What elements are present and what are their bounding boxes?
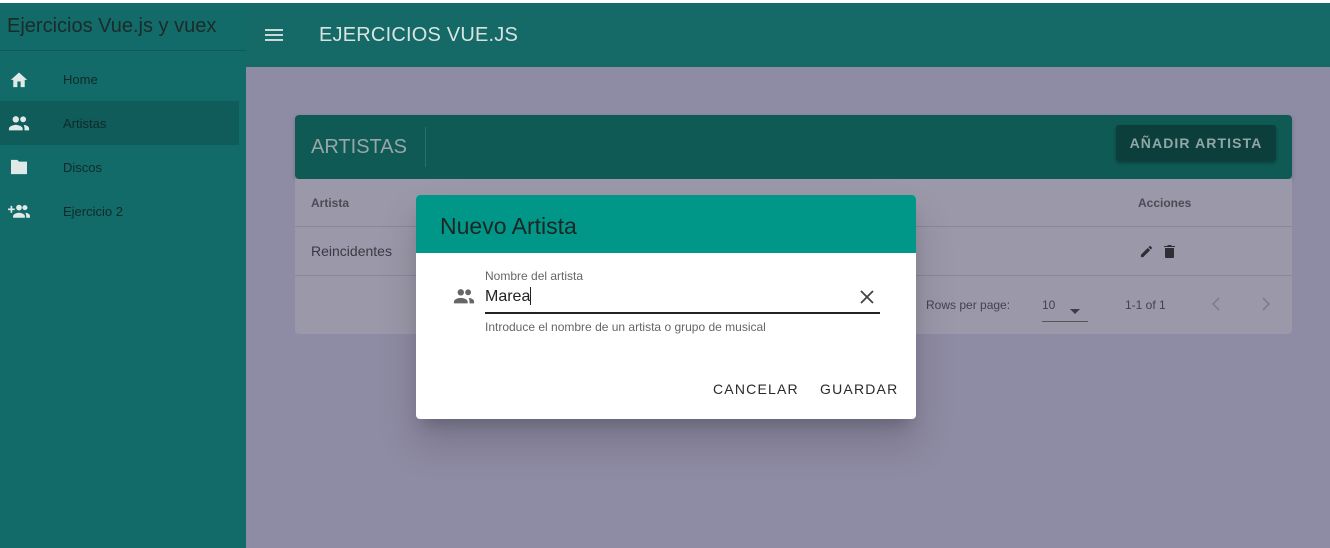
chevron-down-icon [1070,302,1080,320]
home-icon [8,68,30,90]
sidebar-item-home[interactable]: Home [0,57,239,101]
app-bar: EJERCICIOS VUE.JS [246,3,1330,67]
add-artist-button[interactable]: AÑADIR ARTISTA [1116,125,1276,161]
folder-icon [8,156,30,178]
chevron-right-icon[interactable] [1261,297,1271,316]
sidebar: Ejercicios Vue.js y vuex Home Artistas D… [0,3,246,548]
rows-per-page-value: 10 [1042,298,1056,312]
sidebar-item-label: Discos [63,159,103,175]
card-title: ARTISTAS [311,136,407,158]
artist-name-hint: Introduce el nombre de un artista o grup… [485,320,766,334]
menu-icon[interactable] [264,25,284,45]
dialog-title: Nuevo Artista [440,213,577,239]
save-button[interactable]: GUARDAR [820,381,898,397]
column-header-acciones: Acciones [1138,196,1192,210]
sidebar-item-label: Artistas [63,115,107,131]
cell-artista: Reincidentes [311,243,392,259]
delete-icon[interactable] [1164,245,1175,263]
pagination-range: 1-1 of 1 [1125,298,1166,312]
sidebar-item-ejercicio-2[interactable]: Ejercicio 2 [0,189,239,233]
column-header-artista[interactable]: Artista [311,196,349,210]
artist-name-label: Nombre del artista [485,269,584,283]
sidebar-item-artistas[interactable]: Artistas [0,101,239,145]
rows-per-page-label: Rows per page: [926,298,1011,312]
sidebar-item-label: Ejercicio 2 [63,203,123,219]
people-icon [8,112,30,134]
cancel-button[interactable]: CANCELAR [713,381,799,397]
add-people-icon [8,200,30,222]
clear-icon[interactable] [859,289,875,305]
text-caret [530,287,531,305]
rows-per-page-select[interactable]: 10 [1042,296,1088,316]
edit-icon[interactable] [1140,245,1153,263]
input-underline [485,312,880,314]
sidebar-item-discos[interactable]: Discos [0,145,239,189]
app-title: EJERCICIOS VUE.JS [319,24,518,46]
sidebar-title: Ejercicios Vue.js y vuex [0,3,246,51]
card-header: ARTISTAS AÑADIR ARTISTA [295,115,1292,179]
new-artist-dialog: Nuevo Artista Nombre del artista Introdu… [416,195,916,419]
select-underline [1042,321,1088,322]
chevron-left-icon[interactable] [1211,297,1221,316]
header-divider [425,127,426,167]
people-icon [453,288,475,306]
sidebar-item-label: Home [63,71,98,87]
artist-name-input[interactable] [485,286,845,308]
dialog-header: Nuevo Artista [416,195,916,253]
